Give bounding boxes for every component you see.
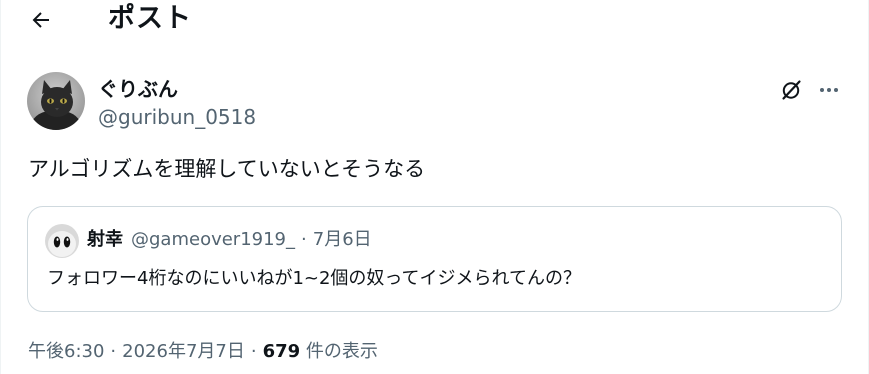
grok-button[interactable]: [777, 76, 805, 104]
header: ポスト: [1, 0, 868, 40]
page-title: ポスト: [108, 3, 192, 34]
quoted-post[interactable]: 射幸 @gameover1919_ · 7月6日 フォロワー4桁なのにいいねが1~2個…: [27, 206, 842, 312]
post-text: アルゴリズムを理解していないとそうなる: [28, 157, 426, 181]
arrow-left-icon: [32, 12, 49, 28]
post-date[interactable]: 2026年7月7日: [122, 341, 245, 362]
avatar[interactable]: [27, 72, 85, 130]
quote-date[interactable]: 7月6日: [313, 229, 372, 250]
meta-separator: ·: [250, 341, 257, 362]
views-count: 679: [262, 341, 301, 362]
author-handle[interactable]: @guribun_0518: [98, 104, 256, 130]
back-button[interactable]: [23, 4, 59, 36]
grok-icon: [782, 80, 801, 100]
more-button[interactable]: [815, 76, 843, 104]
post-meta: 午後6:30 · 2026年7月7日 · 679 件の表示: [28, 338, 378, 366]
author-name[interactable]: ぐりぶん: [98, 76, 178, 102]
quote-author-handle[interactable]: @gameover1919_: [131, 229, 295, 250]
quote-meta: 射幸 @gameover1919_ · 7月6日: [87, 227, 372, 253]
quote-separator: ·: [301, 229, 307, 250]
meta-separator: ·: [110, 341, 117, 362]
post-page: ポスト ぐりぶん @guribun_0518 アルゴリズムを理解していないとそう…: [0, 0, 869, 374]
views-label: 件の表示: [305, 341, 378, 362]
more-horizontal-icon: [820, 88, 838, 92]
post-time[interactable]: 午後6:30: [28, 341, 104, 362]
quote-text: フォロワー4桁なのにいいねが1~2個の奴ってイジメられてんの？: [47, 268, 581, 289]
quote-avatar[interactable]: [45, 224, 79, 258]
quote-author-name[interactable]: 射幸: [87, 229, 123, 250]
